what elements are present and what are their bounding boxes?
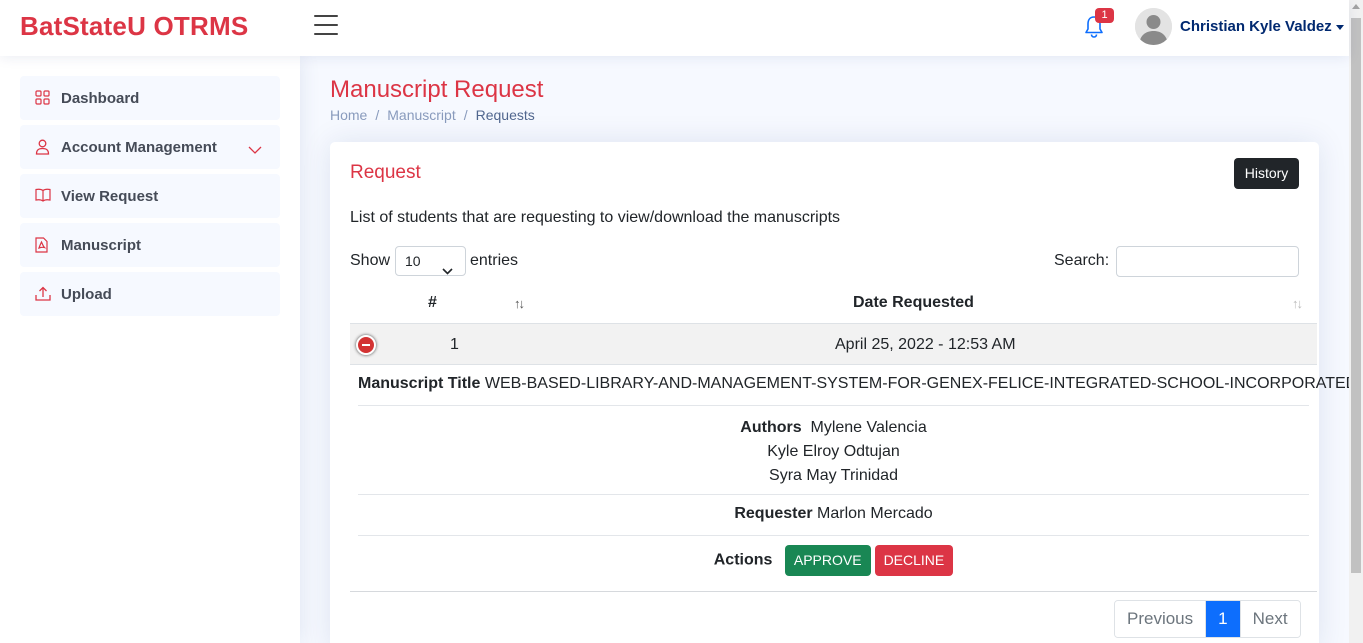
show-label: Show: [350, 252, 391, 269]
caret-down-icon: [1335, 24, 1344, 30]
detail-requester-value: Marlon Mercado: [817, 505, 933, 522]
sidebar-item-manuscript[interactable]: Manuscript: [20, 223, 280, 267]
table-bottom-border: [350, 591, 1317, 592]
card-title: Request: [350, 162, 421, 183]
page-scrollbar-thumb[interactable]: [1351, 18, 1361, 573]
sort-arrows-icon[interactable]: ↑↓: [1292, 296, 1303, 311]
search-input[interactable]: [1116, 246, 1299, 277]
chevron-down-icon: [248, 141, 262, 158]
pagination-page-1[interactable]: 1: [1205, 601, 1240, 637]
menu-toggle-icon[interactable]: [314, 15, 338, 37]
person-icon: [35, 139, 51, 155]
detail-actions-label: Actions: [713, 551, 773, 569]
pagination-next[interactable]: Next: [1239, 601, 1300, 637]
sidebar-item-label: Manuscript: [61, 236, 142, 254]
entries-per-page-select[interactable]: 10: [395, 246, 466, 276]
sidebar-item-label: Dashboard: [61, 89, 140, 107]
detail-actions: Actions APPROVE DECLINE: [358, 536, 1309, 591]
sidebar-item-label: View Request: [61, 187, 159, 205]
sidebar-item-dashboard[interactable]: Dashboard: [20, 76, 280, 120]
entries-label: entries: [470, 252, 519, 269]
upload-icon: [35, 286, 51, 302]
pagination: Previous 1 Next: [1114, 600, 1301, 638]
app-logo[interactable]: BatStateU OTRMS: [20, 11, 248, 42]
scroll-up-arrow-icon[interactable]: [1352, 4, 1360, 9]
detail-requester: Requester Marlon Mercado: [358, 495, 1309, 536]
column-header-date-requested[interactable]: Date Requested: [853, 294, 974, 312]
request-card: Request History List of students that ar…: [330, 142, 1357, 643]
detail-authors: Authors Mylene Valencia Kyle Elroy Odtuj…: [358, 406, 1309, 495]
user-name-label: Christian Kyle Valdez: [1180, 18, 1332, 35]
detail-authors-label: Authors: [740, 419, 802, 436]
approve-button[interactable]: APPROVE: [784, 545, 871, 576]
sidebar-item-label: Upload: [61, 285, 112, 303]
sidebar: Dashboard Account Management View Reques…: [0, 56, 300, 643]
detail-title-value: WEB-BASED-LIBRARY-AND-MANAGEMENT-SYSTEM-…: [484, 375, 1358, 392]
column-header-number[interactable]: #: [428, 294, 437, 312]
card-description: List of students that are requesting to …: [350, 209, 841, 226]
chevron-down-icon: [442, 256, 453, 284]
notification-count-badge: 1: [1095, 8, 1114, 23]
user-menu-dropdown[interactable]: Christian Kyle Valdez: [1180, 18, 1344, 35]
breadcrumb-current: Requests: [475, 107, 535, 123]
row-date-requested: April 25, 2022 - 12:53 AM: [835, 336, 1016, 353]
grid-icon: [35, 90, 51, 106]
search-label: Search:: [1054, 252, 1110, 269]
detail-manuscript-title: Manuscript Title WEB-BASED-LIBRARY-AND-M…: [358, 365, 1357, 406]
sort-arrows-icon[interactable]: ↑↓: [514, 296, 525, 311]
pagination-previous[interactable]: Previous: [1115, 601, 1206, 637]
page-title: Manuscript Request: [330, 76, 544, 103]
entries-value: 10: [405, 253, 421, 269]
breadcrumb-home[interactable]: Home: [330, 107, 367, 123]
top-header: BatStateU OTRMS 1 Christian Kyle Valdez: [0, 0, 1349, 56]
detail-requester-label: Requester: [734, 505, 813, 522]
author-name: Syra May Trinidad: [769, 467, 898, 484]
detail-title-label: Manuscript Title: [358, 375, 481, 392]
sidebar-item-label: Account Management: [61, 138, 217, 156]
table-row[interactable]: 1 April 25, 2022 - 12:53 AM: [350, 323, 1317, 365]
row-number: 1: [450, 336, 459, 353]
book-icon: [35, 188, 51, 204]
sidebar-item-account-management[interactable]: Account Management: [20, 125, 280, 169]
author-name: Mylene Valencia: [810, 419, 927, 436]
user-avatar[interactable]: [1135, 8, 1172, 45]
breadcrumb-manuscript[interactable]: Manuscript: [387, 107, 455, 123]
author-name: Kyle Elroy Odtujan: [767, 443, 900, 460]
breadcrumb: Home / Manuscript / Requests: [330, 107, 535, 123]
sidebar-item-view-request[interactable]: View Request: [20, 174, 280, 218]
history-button[interactable]: History: [1234, 158, 1299, 189]
decline-button[interactable]: DECLINE: [874, 545, 954, 576]
pdf-file-icon: [35, 237, 51, 253]
collapse-row-icon[interactable]: [356, 335, 376, 355]
sidebar-item-upload[interactable]: Upload: [20, 272, 280, 316]
